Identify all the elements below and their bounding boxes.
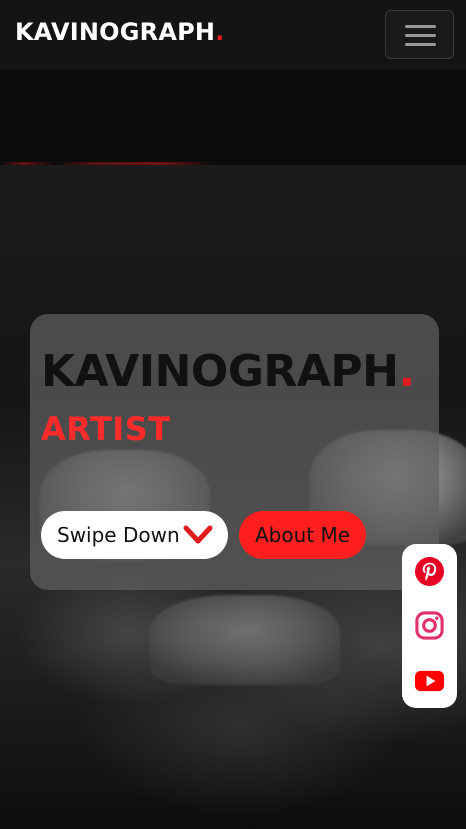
youtube-icon[interactable] bbox=[414, 665, 445, 696]
about-me-button[interactable]: About Me bbox=[239, 511, 366, 559]
instagram-icon[interactable] bbox=[414, 610, 445, 641]
hero-title-dot: . bbox=[398, 346, 415, 397]
brand-dot: . bbox=[215, 18, 225, 46]
menu-toggle-button[interactable] bbox=[385, 10, 454, 59]
chevron-down-icon bbox=[183, 523, 213, 552]
hero-subtitle: ARTIST bbox=[41, 410, 171, 448]
hero-title: KAVINOGRAPH. bbox=[41, 346, 415, 397]
pinterest-icon[interactable] bbox=[414, 556, 445, 587]
swipe-down-label: Swipe Down bbox=[57, 523, 180, 547]
navbar: KAVINOGRAPH. bbox=[0, 0, 466, 70]
about-me-label: About Me bbox=[255, 523, 351, 547]
brand-logo[interactable]: KAVINOGRAPH. bbox=[15, 18, 225, 46]
hero-card: KAVINOGRAPH. ARTIST Swipe Down About Me bbox=[30, 314, 439, 590]
hero-title-text: KAVINOGRAPH bbox=[41, 346, 399, 397]
brand-text: KAVINOGRAPH bbox=[15, 18, 216, 46]
swipe-down-button[interactable]: Swipe Down bbox=[41, 511, 228, 559]
social-links bbox=[402, 544, 457, 708]
background-car-center bbox=[150, 595, 340, 685]
